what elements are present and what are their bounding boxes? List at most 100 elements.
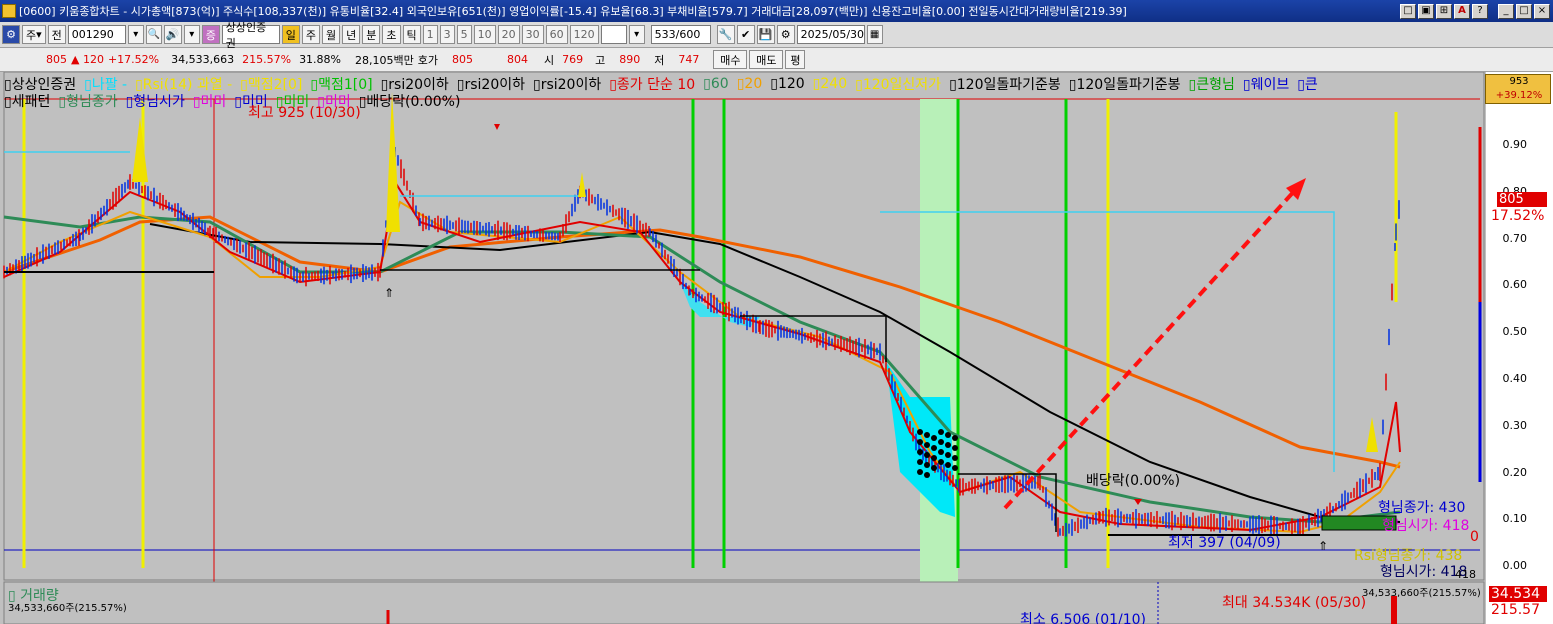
signal-dot — [952, 465, 958, 471]
legend2-item-1[interactable]: ▯형님종가 — [58, 91, 117, 111]
price-chart-panel[interactable]: ⇑ ⇑ ▯상상인증권 ▯나팔 - ▯Rsi(14) 과열 - ▯맥점2[0] ▯맥점1[0… — [0, 72, 1553, 624]
eval-button[interactable]: 평 — [785, 50, 806, 69]
legend1-item-11[interactable]: ▯120 — [770, 76, 804, 92]
sell-button[interactable]: 매도 — [749, 50, 784, 69]
interval-5-button[interactable]: 5 — [456, 25, 472, 44]
tile-window-button[interactable]: □ — [1400, 3, 1416, 19]
legend2-item-7[interactable]: ▯배당락(0.00%) — [359, 91, 461, 111]
cascade-window-button[interactable]: ▣ — [1418, 3, 1434, 19]
current-price-badge: 805 — [1497, 192, 1547, 207]
price-change-pct: +17.52% — [107, 53, 160, 66]
signal-dot — [945, 462, 951, 468]
help-button[interactable]: ? — [1472, 3, 1488, 19]
volume-right-value: 34,533,660주(215.57%) — [1362, 588, 1481, 599]
calendar-icon[interactable]: ▦ — [866, 25, 883, 44]
axis-tick-label: 0.40 — [1502, 372, 1528, 385]
dividend-label: 배당락(0.00%) — [1086, 473, 1181, 489]
high-value: 890 — [619, 53, 641, 66]
volume-min-label: 최소 6,506 (01/10) — [1020, 612, 1147, 624]
signal-dot — [938, 459, 944, 465]
high-label: 고 — [595, 53, 606, 67]
signal-dot — [931, 465, 937, 471]
turnover-value: 31.88% — [299, 53, 342, 66]
count-input[interactable]: 533/600 — [650, 25, 711, 44]
buy-button[interactable]: 매수 — [713, 50, 748, 69]
speaker-icon[interactable]: 🔊 — [163, 25, 182, 44]
legend1-item-14[interactable]: ▯120일돌파기준봉 — [949, 74, 1061, 94]
signal-dot — [917, 469, 923, 475]
legend2-item-0[interactable]: ▯세패턴 — [4, 91, 50, 111]
open-value: 769 — [562, 53, 584, 66]
stock-code-input[interactable]: 001290 — [67, 25, 126, 44]
legend2-item-2[interactable]: ▯형님시가 — [126, 91, 185, 111]
legend1-item-7[interactable]: ▯rsi20이하 — [533, 74, 601, 94]
legend1-item-16[interactable]: ▯큰형님 — [1189, 74, 1235, 94]
app-icon — [2, 4, 16, 18]
period-day-button[interactable]: 일 — [281, 25, 300, 44]
interval-20-button[interactable]: 20 — [497, 25, 520, 44]
interval-3-button[interactable]: 3 — [439, 25, 455, 44]
up-arrow-icon: ⇑ — [384, 286, 394, 300]
interval-60-button[interactable]: 60 — [545, 25, 568, 44]
legend1-item-6[interactable]: ▯rsi20이하 — [457, 74, 525, 94]
legend1-item-8[interactable]: ▯종가 단순 10 — [609, 74, 695, 94]
legend1-item-13[interactable]: ▯120일신저가 — [855, 74, 941, 94]
low-value: 747 — [678, 53, 700, 66]
period-minute-button[interactable]: 분 — [362, 25, 381, 44]
legend1-item-15[interactable]: ▯120일돌파기준봉 — [1069, 74, 1181, 94]
gear-icon[interactable]: ⚙ — [776, 25, 795, 44]
toolbar-main: ⚙ 주 ▾ 전 001290 ▾ 🔍 🔊 ▾ 증 상상인증권 일 주 월 년 분 … — [0, 21, 1553, 50]
period-tick-button[interactable]: 틱 — [402, 25, 421, 44]
type-select[interactable]: 주 ▾ — [22, 25, 46, 44]
save-icon[interactable]: 💾 — [756, 25, 775, 44]
window-title: [0600] 키움종합차트 - 시가총액[873(억)] 주식수[108,337… — [19, 5, 1127, 18]
minimize-button[interactable]: _ — [1498, 3, 1514, 19]
legend1-item-12[interactable]: ▯240 — [813, 76, 847, 92]
interval-10-button[interactable]: 10 — [473, 25, 496, 44]
signal-dot — [952, 445, 958, 451]
interval-120-button[interactable]: 120 — [569, 25, 599, 44]
open-label: 시 — [544, 53, 555, 67]
signal-dot — [938, 449, 944, 455]
axis-top-badge-value: 953 — [1509, 76, 1529, 87]
period-week-button[interactable]: 주 — [301, 25, 321, 44]
search-icon[interactable]: 🔍 — [145, 25, 162, 44]
up-arrow-icon: ⇑ — [1318, 539, 1328, 553]
chart-settings-icon[interactable]: ⚙ — [2, 25, 20, 44]
axis-tick-label: 0.90 — [1502, 138, 1528, 151]
interval-30-button[interactable]: 30 — [521, 25, 544, 44]
period-year-button[interactable]: 년 — [342, 25, 361, 44]
legend1-item-9[interactable]: ▯60 — [703, 76, 729, 92]
stock-badge-icon[interactable]: 증 — [201, 25, 220, 44]
interval-dropdown-icon[interactable]: ▾ — [628, 25, 645, 44]
current-pct-badge: 17.52% — [1491, 208, 1545, 224]
signal-dot — [938, 439, 944, 445]
signal-dot — [938, 429, 944, 435]
tools-icon[interactable]: 🔧 — [716, 25, 735, 44]
quote-bar: 805 ▲ 120 +17.52% 34,533,663 215.57% 31.… — [0, 48, 1553, 72]
grid-window-button[interactable]: ⊞ — [1436, 3, 1452, 19]
axis-tick-label: 0.60 — [1502, 278, 1528, 292]
prev-button[interactable]: 전 — [47, 25, 66, 44]
legend1-item-18[interactable]: ▯큰 — [1297, 74, 1318, 94]
axis-tick-label: 0.30 — [1502, 418, 1528, 432]
maximize-button[interactable]: □ — [1516, 3, 1532, 19]
period-second-button[interactable]: 초 — [382, 25, 401, 44]
period-month-button[interactable]: 월 — [322, 25, 341, 44]
quote-ask: 805 — [452, 53, 473, 66]
legend1-item-17[interactable]: ▯웨이브 — [1243, 74, 1289, 94]
close-button[interactable]: × — [1534, 3, 1550, 19]
legend2-item-3[interactable]: ▯미미 — [193, 91, 226, 111]
date-input[interactable]: 2025/05/30 — [796, 25, 865, 44]
legend1-item-10[interactable]: ▯20 — [737, 76, 763, 92]
interval-1-button[interactable]: 1 — [422, 25, 438, 44]
speaker-dropdown-icon[interactable]: ▾ — [183, 25, 200, 44]
interval-custom-input[interactable] — [600, 25, 627, 44]
volume-ratio-badge: 215.57 — [1491, 602, 1540, 618]
indicator-legend-row2: ▯세패턴 ▯형님종가 ▯형님시가 ▯미미 ▯미미 ▯미미 ▯미미 ▯배당락(0.00%) — [4, 92, 468, 110]
chart-canvas[interactable]: ⇑⇑ — [0, 72, 1553, 624]
signal-dot — [924, 432, 930, 438]
font-window-button[interactable]: A — [1454, 3, 1470, 19]
code-dropdown-icon[interactable]: ▾ — [127, 25, 144, 44]
check-icon[interactable]: ✔ — [736, 25, 755, 44]
